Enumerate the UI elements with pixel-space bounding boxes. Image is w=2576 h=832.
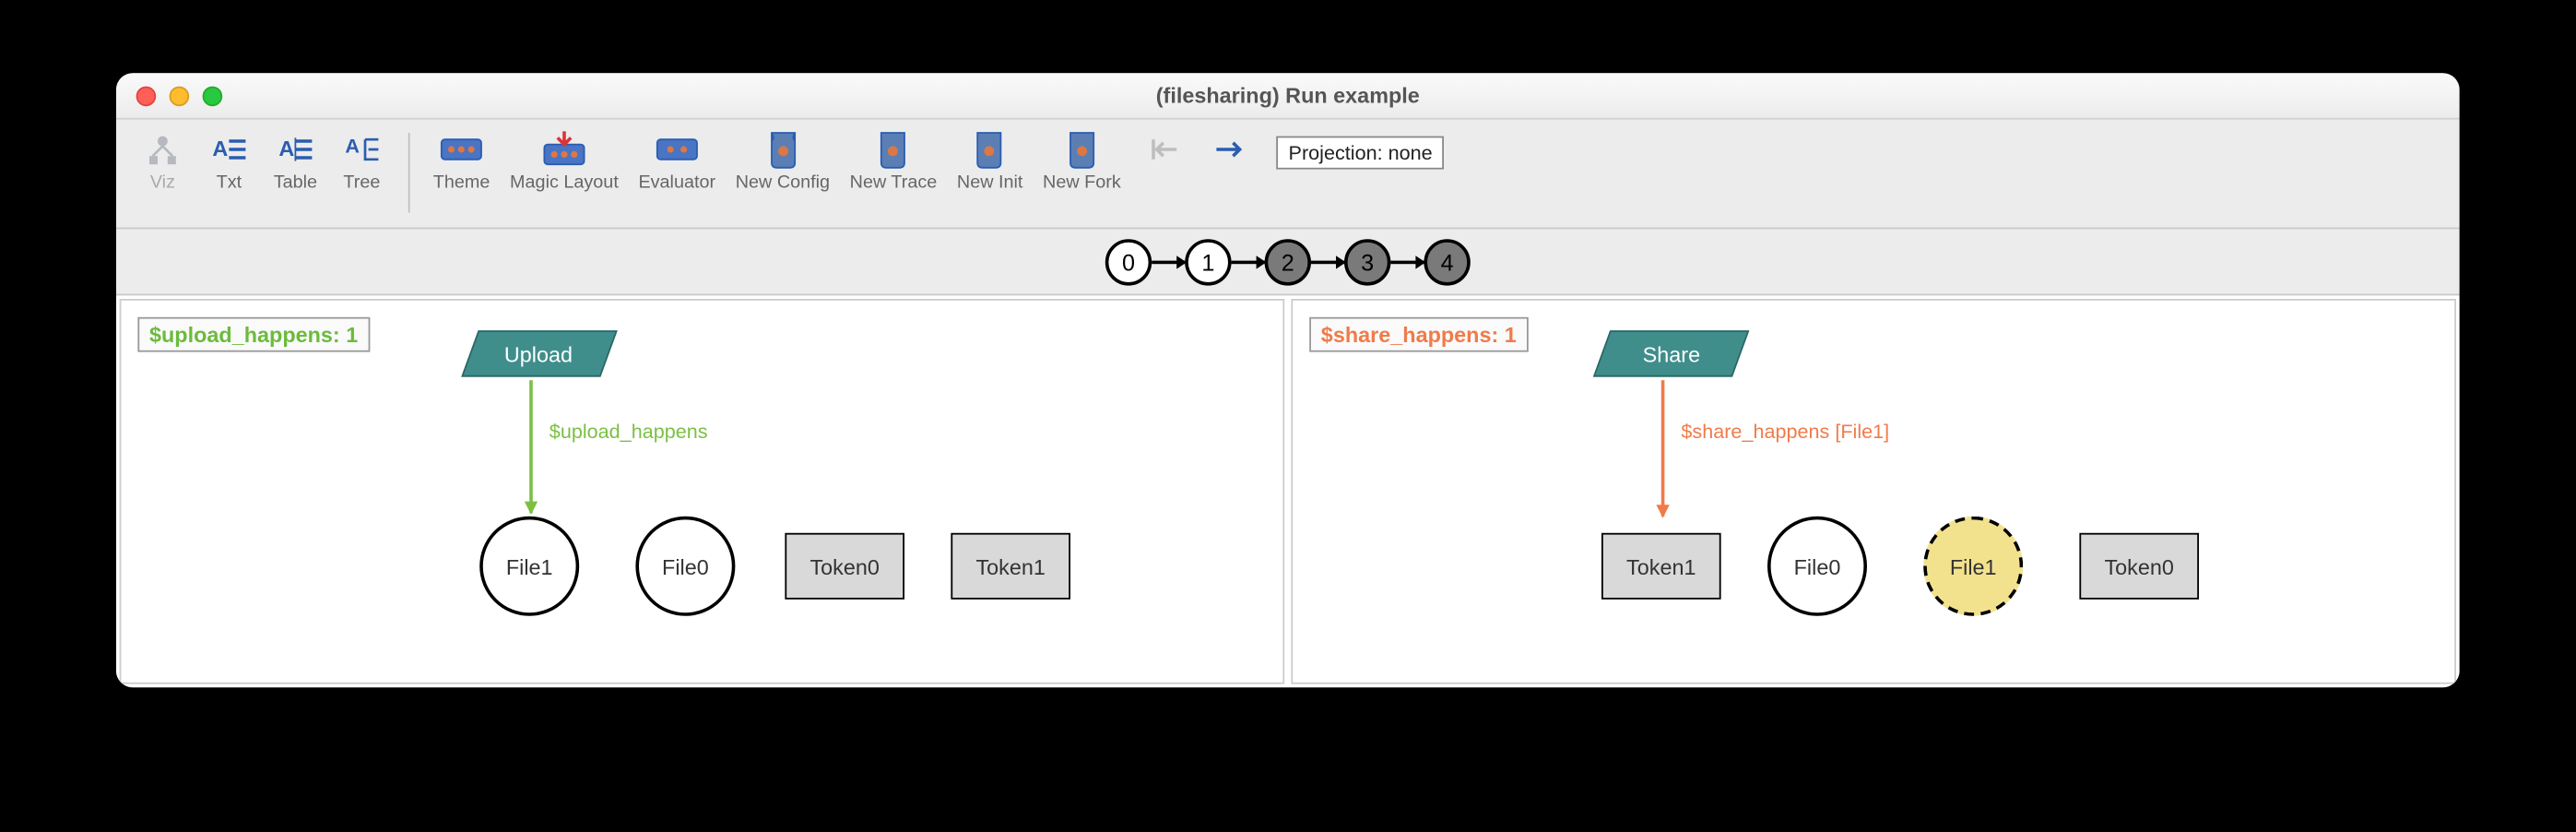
new-fork-icon [1058, 129, 1105, 169]
svg-text:A: A [212, 137, 228, 160]
left-event-badge: $upload_happens: 1 [137, 317, 369, 352]
next-state-button[interactable] [1198, 126, 1264, 176]
toolbar-group-views: Viz A Txt A Table A Tree [129, 126, 395, 196]
txt-label: Txt [217, 172, 242, 193]
next-icon [1207, 129, 1253, 169]
file1-node-r[interactable]: File1 [1923, 517, 2023, 616]
maximize-icon[interactable] [203, 87, 223, 107]
visualization-panes: $upload_happens: 1 Upload $upload_happen… [116, 295, 2460, 687]
share-event-node[interactable]: Share [1593, 330, 1750, 376]
magic-layout-button[interactable]: Magic Layout [500, 126, 628, 196]
table-label: Table [274, 172, 317, 193]
evaluator-label: Evaluator [638, 172, 715, 193]
file0-label-r: File0 [1794, 553, 1841, 578]
window-controls [136, 87, 223, 107]
new-trace-button[interactable]: New Trace [840, 126, 947, 196]
trace-edge [1232, 260, 1265, 264]
magic-layout-icon [541, 129, 587, 169]
trace-nodes: 0 1 2 3 4 [1105, 238, 1471, 284]
file0-node[interactable]: File0 [635, 517, 735, 616]
file1-label-r: File1 [1950, 553, 1997, 578]
svg-text:A: A [345, 135, 360, 158]
viz-label: Viz [150, 172, 175, 193]
new-init-button[interactable]: New Init [947, 126, 1033, 196]
txt-button[interactable]: A Txt [195, 126, 262, 196]
theme-label: Theme [433, 172, 490, 193]
token0-label-r: Token0 [2104, 553, 2173, 578]
share-event-label: Share [1642, 341, 1699, 366]
toolbar-group-tools: Theme Magic Layout Evaluator New Config [423, 126, 1264, 196]
viz-button[interactable]: Viz [129, 126, 195, 196]
file1-label: File1 [506, 553, 553, 578]
new-trace-label: New Trace [850, 172, 938, 193]
toolbar: Viz A Txt A Table A Tree [116, 120, 2460, 230]
table-button[interactable]: A Table [262, 126, 328, 196]
trace-state-4[interactable]: 4 [1424, 238, 1470, 284]
upload-edge [529, 380, 533, 513]
token0-node-r[interactable]: Token0 [2079, 533, 2199, 600]
token1-label-r: Token1 [1626, 553, 1696, 578]
new-config-icon [760, 129, 806, 169]
trace-state-3[interactable]: 3 [1344, 238, 1390, 284]
evaluator-button[interactable]: Evaluator [629, 126, 726, 196]
token1-node[interactable]: Token1 [951, 533, 1070, 600]
file1-node[interactable]: File1 [479, 517, 579, 616]
trace-edge [1390, 260, 1424, 264]
token1-node-r[interactable]: Token1 [1601, 533, 1721, 600]
new-config-button[interactable]: New Config [726, 126, 840, 196]
new-fork-button[interactable]: New Fork [1033, 126, 1130, 196]
token0-node[interactable]: Token0 [785, 533, 904, 600]
magic-layout-label: Magic Layout [510, 172, 619, 193]
upload-event-node[interactable]: Upload [461, 330, 618, 376]
trace-state-1[interactable]: 1 [1185, 238, 1231, 284]
trace-strip: 0 1 2 3 4 [116, 229, 2460, 295]
toolbar-separator [408, 133, 410, 212]
token0-label: Token0 [809, 553, 879, 578]
file0-label: File0 [662, 553, 709, 578]
right-pane[interactable]: $share_happens: 1 Share $share_happens [… [1291, 299, 2456, 684]
window-title: (filesharing) Run example [116, 83, 2460, 108]
prev-icon [1140, 129, 1187, 169]
theme-button[interactable]: Theme [423, 126, 500, 196]
trace-state-2[interactable]: 2 [1265, 238, 1311, 284]
upload-edge-label: $upload_happens [549, 420, 708, 443]
upload-event-label: Upload [505, 341, 573, 366]
app-window: (filesharing) Run example Viz A Txt A Ta… [116, 73, 2460, 687]
share-edge-label: $share_happens [File1] [1681, 420, 1889, 443]
theme-icon [438, 129, 484, 169]
right-event-badge: $share_happens: 1 [1309, 317, 1528, 352]
table-icon: A [272, 129, 318, 169]
minimize-icon[interactable] [170, 87, 190, 107]
share-edge [1661, 380, 1665, 517]
trace-state-0[interactable]: 0 [1105, 238, 1152, 284]
new-trace-icon [870, 129, 916, 169]
projection-selector[interactable]: Projection: none [1277, 137, 1444, 170]
viz-icon [139, 129, 185, 169]
tree-icon: A [338, 129, 384, 169]
trace-edge [1152, 260, 1185, 264]
tree-button[interactable]: A Tree [328, 126, 395, 196]
evaluator-icon [654, 129, 700, 169]
titlebar: (filesharing) Run example [116, 73, 2460, 119]
new-init-label: New Init [957, 172, 1023, 193]
new-fork-label: New Fork [1043, 172, 1121, 193]
txt-icon: A [206, 129, 252, 169]
svg-text:A: A [278, 137, 294, 160]
new-config-label: New Config [736, 172, 830, 193]
file0-node-r[interactable]: File0 [1767, 517, 1867, 616]
prev-state-button[interactable] [1131, 126, 1198, 176]
tree-label: Tree [343, 172, 380, 193]
left-pane[interactable]: $upload_happens: 1 Upload $upload_happen… [120, 299, 1285, 684]
token1-label: Token1 [975, 553, 1045, 578]
new-init-icon [966, 129, 1012, 169]
close-icon[interactable] [136, 87, 157, 107]
trace-edge [1311, 260, 1344, 264]
